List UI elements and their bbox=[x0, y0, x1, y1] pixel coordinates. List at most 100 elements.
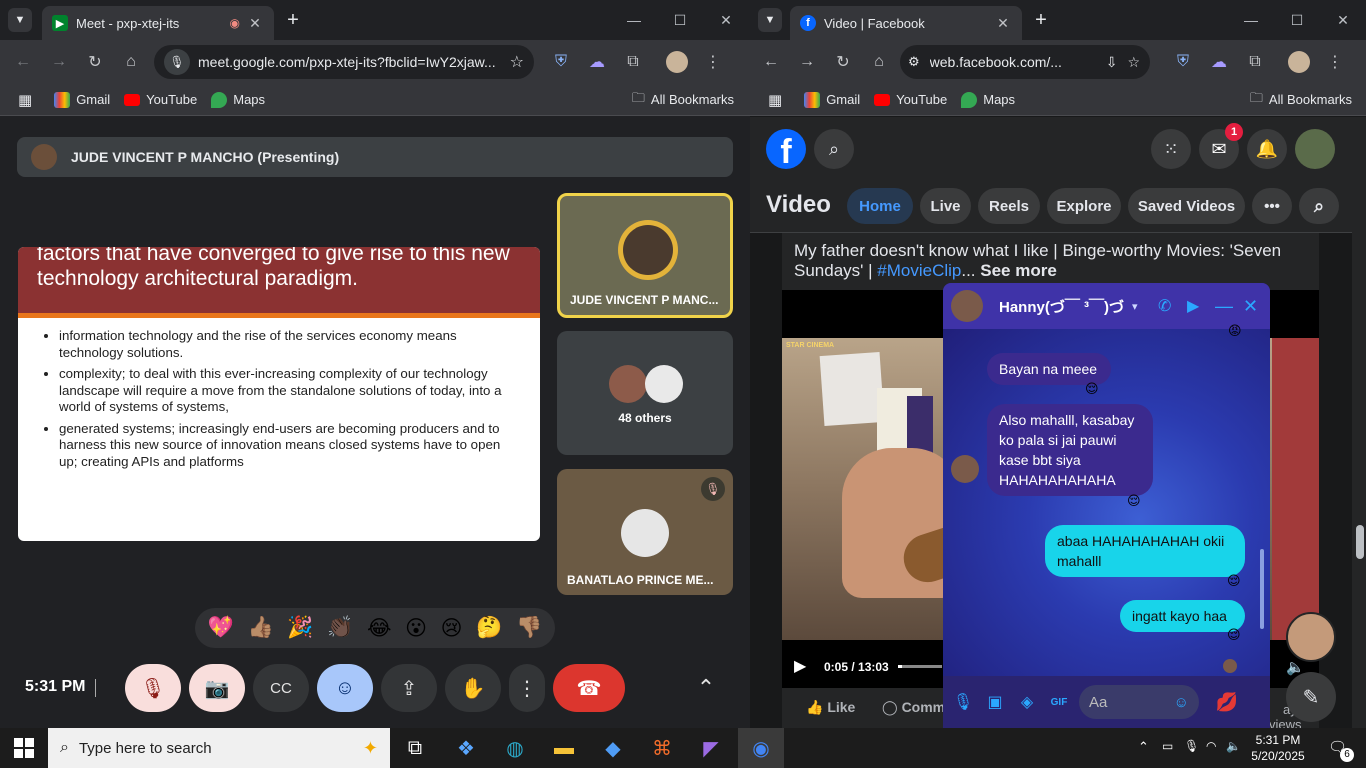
address-bar[interactable]: ⚙ web.facebook.com/... ⇩ ☆ bbox=[900, 45, 1150, 79]
reaction-thinking[interactable]: 🤔 bbox=[476, 616, 502, 640]
bookmark-star-icon[interactable]: ☆ bbox=[1127, 54, 1140, 71]
new-tab-button[interactable]: + bbox=[1030, 9, 1052, 31]
contact-name[interactable]: Hanny(づ￣ ³￣)づ bbox=[999, 296, 1124, 317]
participant-tile-others[interactable]: 48 others bbox=[557, 331, 733, 455]
account-avatar[interactable] bbox=[1295, 129, 1335, 169]
close-tab-icon[interactable]: ✕ bbox=[994, 15, 1012, 32]
forward-icon[interactable]: → bbox=[44, 47, 74, 77]
see-more-link[interactable]: See more bbox=[980, 261, 1057, 280]
bookmark-star-icon[interactable]: ☆ bbox=[510, 52, 524, 72]
bookmark-youtube[interactable]: YouTube bbox=[124, 92, 197, 107]
comment-button[interactable]: ◯ Comm bbox=[882, 699, 945, 716]
all-bookmarks[interactable]: 🗀 All Bookmarks bbox=[632, 89, 734, 111]
profile-avatar[interactable] bbox=[1284, 47, 1314, 77]
bookmark-gmail[interactable]: Gmail bbox=[54, 91, 110, 108]
apps-grid-icon[interactable]: ▦ bbox=[18, 91, 32, 109]
visual-studio-icon[interactable]: ◤ bbox=[689, 732, 733, 764]
camera-off-button[interactable]: 📷 bbox=[189, 664, 245, 712]
reaction-sad[interactable]: 😢 bbox=[441, 616, 463, 641]
tab-facebook[interactable]: f Video | Facebook ✕ bbox=[790, 6, 1022, 40]
raise-hand-button[interactable]: ✋ bbox=[445, 664, 501, 712]
more-icon[interactable]: ••• bbox=[1252, 188, 1292, 224]
reload-icon[interactable]: ↻ bbox=[80, 47, 110, 77]
page-scrollbar[interactable] bbox=[1352, 123, 1366, 728]
bookmark-youtube[interactable]: YouTube bbox=[874, 92, 947, 107]
mic-off-button[interactable]: 🎙 bbox=[125, 664, 181, 712]
battery-icon[interactable]: ▭ bbox=[1162, 739, 1173, 753]
maximize-button[interactable]: ☐ bbox=[657, 0, 703, 40]
reaction-party[interactable]: 🎉 bbox=[287, 616, 313, 640]
nav-reels[interactable]: Reels bbox=[978, 188, 1040, 224]
edge-browser-icon[interactable]: ◍ bbox=[493, 732, 537, 764]
captions-button[interactable]: CC bbox=[253, 664, 309, 712]
reactions-button[interactable]: ☺ bbox=[317, 664, 373, 712]
new-message-icon[interactable]: ✎ bbox=[1286, 672, 1336, 722]
participant-tile-banatlao[interactable]: 🎙 BANATLAO PRINCE ME... bbox=[557, 469, 733, 595]
nav-saved-videos[interactable]: Saved Videos bbox=[1128, 188, 1245, 224]
chevron-up-icon[interactable]: ⌃ bbox=[680, 664, 732, 712]
xampp-icon[interactable]: ⌘ bbox=[640, 732, 684, 764]
bookmark-maps[interactable]: Maps bbox=[211, 91, 265, 108]
present-button[interactable]: ⇪ bbox=[381, 664, 437, 712]
chat-scrollbar[interactable] bbox=[1258, 337, 1266, 664]
tab-search-button[interactable]: ▼ bbox=[758, 8, 782, 32]
message-input[interactable]: Aa ☺ bbox=[1079, 685, 1199, 719]
extensions-puzzle-icon[interactable]: ⧉ bbox=[618, 47, 648, 77]
home-icon[interactable]: ⌂ bbox=[864, 47, 894, 77]
tray-date[interactable]: 5/20/2025 bbox=[1246, 749, 1310, 763]
extension-ghost-icon[interactable]: ☁ bbox=[582, 47, 612, 77]
tab-search-button[interactable]: ▼ bbox=[8, 8, 32, 32]
gif-icon[interactable]: GIF bbox=[1043, 697, 1075, 708]
volume-icon[interactable]: 🔈 bbox=[1226, 739, 1241, 753]
all-bookmarks[interactable]: 🗀 All Bookmarks bbox=[1250, 89, 1352, 111]
forward-icon[interactable]: → bbox=[792, 47, 822, 77]
like-button[interactable]: 👍 Like bbox=[806, 699, 855, 716]
address-bar[interactable]: 🎙 meet.google.com/pxp-xtej-its?fbclid=Iw… bbox=[154, 45, 534, 79]
home-icon[interactable]: ⌂ bbox=[116, 47, 146, 77]
reaction-laugh[interactable]: 😂 bbox=[367, 616, 392, 641]
post-hashtag[interactable]: #MovieClip bbox=[877, 261, 961, 280]
video-call-icon[interactable]: ▶ bbox=[1187, 296, 1199, 316]
back-icon[interactable]: ← bbox=[756, 47, 786, 77]
reaction-surprised[interactable]: 😮 bbox=[405, 616, 427, 641]
search-icon[interactable]: ⌕ bbox=[814, 129, 854, 169]
taskbar-search[interactable]: ⌕ Type here to search ✦ bbox=[48, 728, 390, 768]
microphone-icon[interactable]: 🎙 bbox=[1184, 739, 1199, 753]
menu-kebab-icon[interactable]: ⋮ bbox=[1320, 47, 1350, 77]
emoji-icon[interactable]: ☺ bbox=[1174, 694, 1189, 711]
chevron-down-icon[interactable]: ▾ bbox=[1132, 300, 1138, 313]
close-window-button[interactable]: ✕ bbox=[1320, 0, 1366, 40]
close-window-button[interactable]: ✕ bbox=[703, 0, 749, 40]
copilot-app-icon[interactable]: ❖ bbox=[444, 732, 488, 764]
sticker-icon[interactable]: ◈ bbox=[1011, 692, 1043, 712]
extension-shield-icon[interactable]: ⛨ bbox=[546, 47, 576, 77]
facebook-logo-icon[interactable]: f bbox=[766, 129, 806, 169]
apps-grid-icon[interactable]: ▦ bbox=[768, 91, 782, 109]
start-windows-icon[interactable] bbox=[14, 738, 34, 758]
reaction-sparkle-heart[interactable]: 💖 bbox=[208, 616, 234, 640]
tray-time[interactable]: 5:31 PM bbox=[1246, 733, 1310, 747]
install-app-icon[interactable]: ⇩ bbox=[1106, 54, 1118, 71]
extensions-puzzle-icon[interactable]: ⧉ bbox=[1240, 47, 1270, 77]
kiss-reaction-icon[interactable]: 💋 bbox=[1211, 692, 1243, 713]
minimize-button[interactable]: — bbox=[611, 0, 657, 40]
contact-avatar[interactable] bbox=[951, 290, 983, 322]
extension-ghost-icon[interactable]: ☁ bbox=[1204, 47, 1234, 77]
profile-avatar[interactable] bbox=[662, 47, 692, 77]
video-progress-bar[interactable] bbox=[898, 665, 942, 668]
photo-icon[interactable]: ▣ bbox=[979, 692, 1011, 712]
chevron-up-icon[interactable]: ⌃ bbox=[1138, 739, 1149, 755]
new-tab-button[interactable]: + bbox=[282, 9, 304, 31]
menu-kebab-icon[interactable]: ⋮ bbox=[698, 47, 728, 77]
menu-grid-icon[interactable]: ⁙ bbox=[1151, 129, 1191, 169]
wifi-icon[interactable]: ◠ bbox=[1206, 739, 1216, 753]
participant-tile-presenter[interactable]: JUDE VINCENT P MANC... bbox=[557, 193, 733, 318]
more-options-button[interactable]: ⋮ bbox=[509, 664, 545, 712]
nav-live[interactable]: Live bbox=[920, 188, 971, 224]
nav-explore[interactable]: Explore bbox=[1047, 188, 1121, 224]
nav-home[interactable]: Home bbox=[847, 188, 913, 224]
chat-head-avatar[interactable] bbox=[1286, 612, 1336, 662]
site-settings-icon[interactable]: ⚙ bbox=[908, 54, 920, 70]
reaction-clap[interactable]: 👏🏿 bbox=[327, 616, 353, 640]
chat-scroll-thumb[interactable] bbox=[1260, 549, 1264, 629]
